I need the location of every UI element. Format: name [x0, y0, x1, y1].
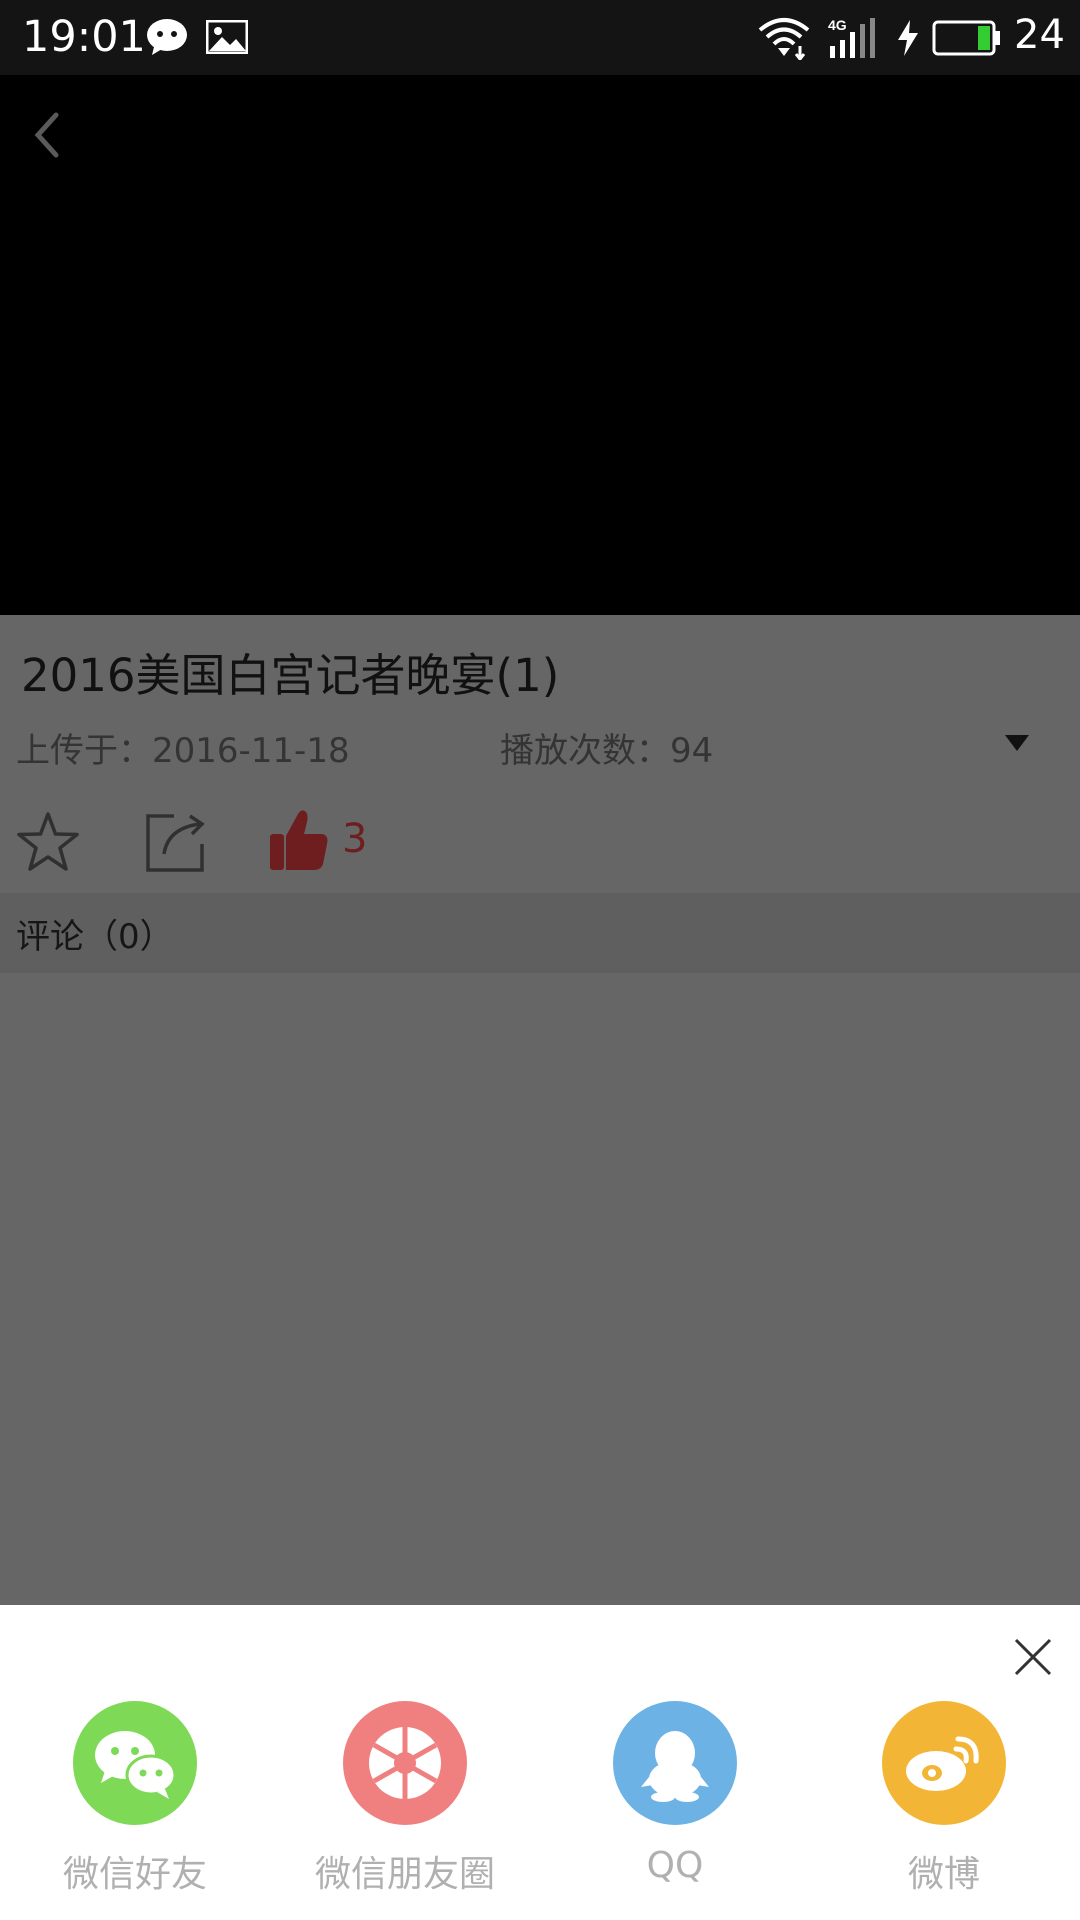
comments-label: 评论（0） [16, 917, 174, 957]
comments-list [0, 973, 1080, 1605]
comments-header: 评论（0） [0, 893, 1080, 973]
back-button[interactable] [22, 103, 66, 167]
play-count: 播放次数：94 [500, 731, 714, 771]
video-info: 2016美国白宫记者晚宴(1) 上传于：2016-11-18 播放次数：94 3 [0, 615, 1080, 893]
back-arrow-icon [34, 112, 59, 158]
upload-date: 上传于：2016-11-18 [16, 731, 350, 771]
share-button[interactable] [144, 810, 208, 878]
gallery-notification-icon [205, 19, 249, 58]
expand-arrow-icon[interactable] [1003, 733, 1031, 757]
svg-text:4G: 4G [828, 17, 847, 33]
video-title: 2016美国白宫记者晚宴(1) [21, 649, 560, 702]
action-row: 3 [0, 810, 1080, 890]
video-player[interactable] [0, 75, 1080, 615]
share-wechat-friend-label: 微信好友 [62, 1854, 207, 1895]
battery-icon [932, 20, 1002, 60]
like-button[interactable] [268, 806, 330, 878]
weibo-icon [882, 1701, 1006, 1825]
share-sheet: 微信好友 微信朋友圈 QQ 微博 [0, 1605, 1080, 1920]
share-moments-button[interactable]: 微信朋友圈 [295, 1701, 515, 1897]
share-weibo-button[interactable]: 微博 [834, 1701, 1054, 1897]
thumbs-up-icon [270, 810, 328, 870]
star-icon [17, 812, 79, 871]
signal-icon: 4G [824, 16, 880, 64]
close-icon [1014, 1638, 1052, 1676]
status-time: 19:01 [22, 12, 146, 62]
moments-icon [343, 1701, 467, 1825]
share-qq-button[interactable]: QQ [565, 1701, 785, 1886]
wechat-icon [73, 1701, 197, 1825]
status-bar: 19:01 4G 24 [0, 0, 1080, 75]
like-count: 3 [342, 816, 368, 862]
share-wechat-friend-button[interactable]: 微信好友 [25, 1701, 245, 1897]
share-weibo-label: 微博 [907, 1854, 980, 1895]
qq-icon [613, 1701, 737, 1825]
wechat-notification-icon [146, 17, 188, 61]
close-button[interactable] [1013, 1637, 1053, 1677]
share-icon [146, 814, 205, 872]
charging-icon [896, 20, 920, 60]
wifi-icon [756, 16, 812, 64]
favorite-button[interactable] [16, 810, 80, 878]
share-qq-label: QQ [646, 1845, 704, 1886]
share-moments-label: 微信朋友圈 [314, 1854, 495, 1895]
battery-level: 24 [1014, 12, 1065, 58]
